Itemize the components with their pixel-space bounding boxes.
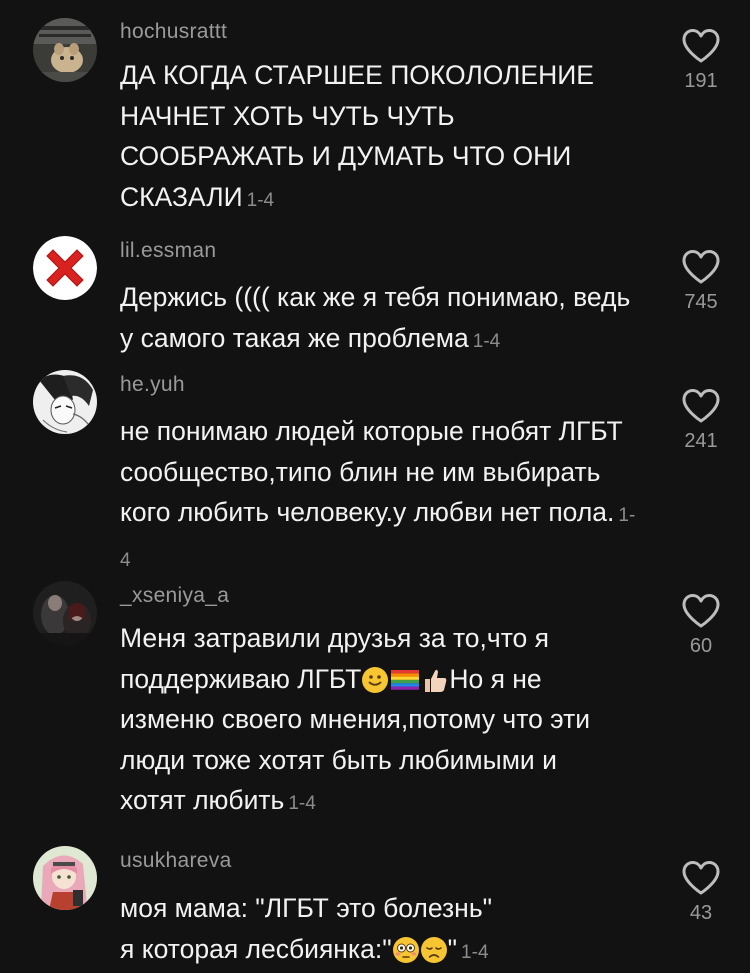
- username[interactable]: _xseniya_a: [120, 584, 229, 608]
- like-button[interactable]: 191: [676, 28, 726, 93]
- comment-text: моя мама: "ЛГБТ это болезнь" я которая л…: [120, 888, 640, 973]
- comment-meta: 1-4: [461, 942, 488, 963]
- comment-item: _xseniya_a Меня затравили друзья за то,ч…: [0, 581, 750, 826]
- like-button[interactable]: 43: [676, 860, 726, 925]
- comment-line-1: моя мама: "ЛГБТ это болезнь": [120, 888, 640, 929]
- anime-girl-avatar-icon: [33, 846, 97, 910]
- dark-photo-avatar-icon: [33, 581, 97, 645]
- comment-body: Держись (((( как же я тебя понимаю, ведь…: [120, 282, 630, 353]
- like-button[interactable]: 60: [676, 593, 726, 658]
- like-count: 60: [676, 635, 726, 658]
- heart-icon: [681, 593, 721, 629]
- comment-text: Держись (((( как же я тебя понимаю, ведь…: [120, 277, 640, 362]
- comment-item: he.yuh не понимаю людей которые гнобят Л…: [0, 370, 750, 570]
- comment-text: не понимаю людей которые гнобят ЛГБТ соо…: [120, 411, 640, 581]
- flushed-face-icon: [392, 936, 420, 964]
- rainbow-flag-icon: [389, 666, 421, 694]
- avatar[interactable]: [33, 846, 97, 910]
- comment-item: lil.essman Держись (((( как же я тебя по…: [0, 236, 750, 356]
- comment-line-2-end: ": [448, 934, 457, 964]
- heart-icon: [681, 28, 721, 64]
- like-button[interactable]: 745: [676, 249, 726, 314]
- comment-body: ДА КОГДА СТАРШЕЕ ПОКОЛОЛЕНИЕ НАЧНЕТ ХОТЬ…: [120, 60, 594, 212]
- heart-icon: [681, 860, 721, 896]
- thumbs-up-icon: [421, 666, 449, 694]
- comment-meta: 1-4: [473, 331, 500, 352]
- comment-line-2: я которая лесбиянка:" "1-4: [120, 929, 640, 973]
- comment-meta: 1-4: [247, 190, 274, 211]
- heart-icon: [681, 388, 721, 424]
- username[interactable]: usukhareva: [120, 849, 232, 873]
- like-count: 745: [676, 291, 726, 314]
- slightly-smiling-face-icon: [361, 666, 389, 694]
- avatar[interactable]: [33, 18, 97, 82]
- comment-item: usukhareva моя мама: "ЛГБТ это болезнь" …: [0, 846, 750, 972]
- cat-photo-avatar-icon: [33, 18, 97, 82]
- comment-body: не понимаю людей которые гнобят ЛГБТ соо…: [120, 416, 623, 527]
- avatar[interactable]: [33, 370, 97, 434]
- disappointed-face-icon: [420, 936, 448, 964]
- comment-text: ДА КОГДА СТАРШЕЕ ПОКОЛОЛЕНИЕ НАЧНЕТ ХОТЬ…: [120, 55, 640, 221]
- username[interactable]: lil.essman: [120, 239, 216, 263]
- like-count: 191: [676, 70, 726, 93]
- avatar[interactable]: [33, 581, 97, 645]
- comment-text: Меня затравили друзья за то,что я поддер…: [120, 618, 625, 825]
- comment-item: hochusrattt ДА КОГДА СТАРШЕЕ ПОКОЛОЛЕНИЕ…: [0, 18, 750, 218]
- like-button[interactable]: 241: [676, 388, 726, 453]
- comment-meta: 1-4: [288, 793, 315, 814]
- red-cross-avatar-icon: [33, 236, 97, 300]
- comment-line-2-start: я которая лесбиянка:": [120, 934, 392, 964]
- like-count: 241: [676, 430, 726, 453]
- like-count: 43: [676, 902, 726, 925]
- heart-icon: [681, 249, 721, 285]
- username[interactable]: hochusrattt: [120, 20, 227, 44]
- username[interactable]: he.yuh: [120, 373, 185, 397]
- anime-sketch-avatar-icon: [33, 370, 97, 434]
- avatar[interactable]: [33, 236, 97, 300]
